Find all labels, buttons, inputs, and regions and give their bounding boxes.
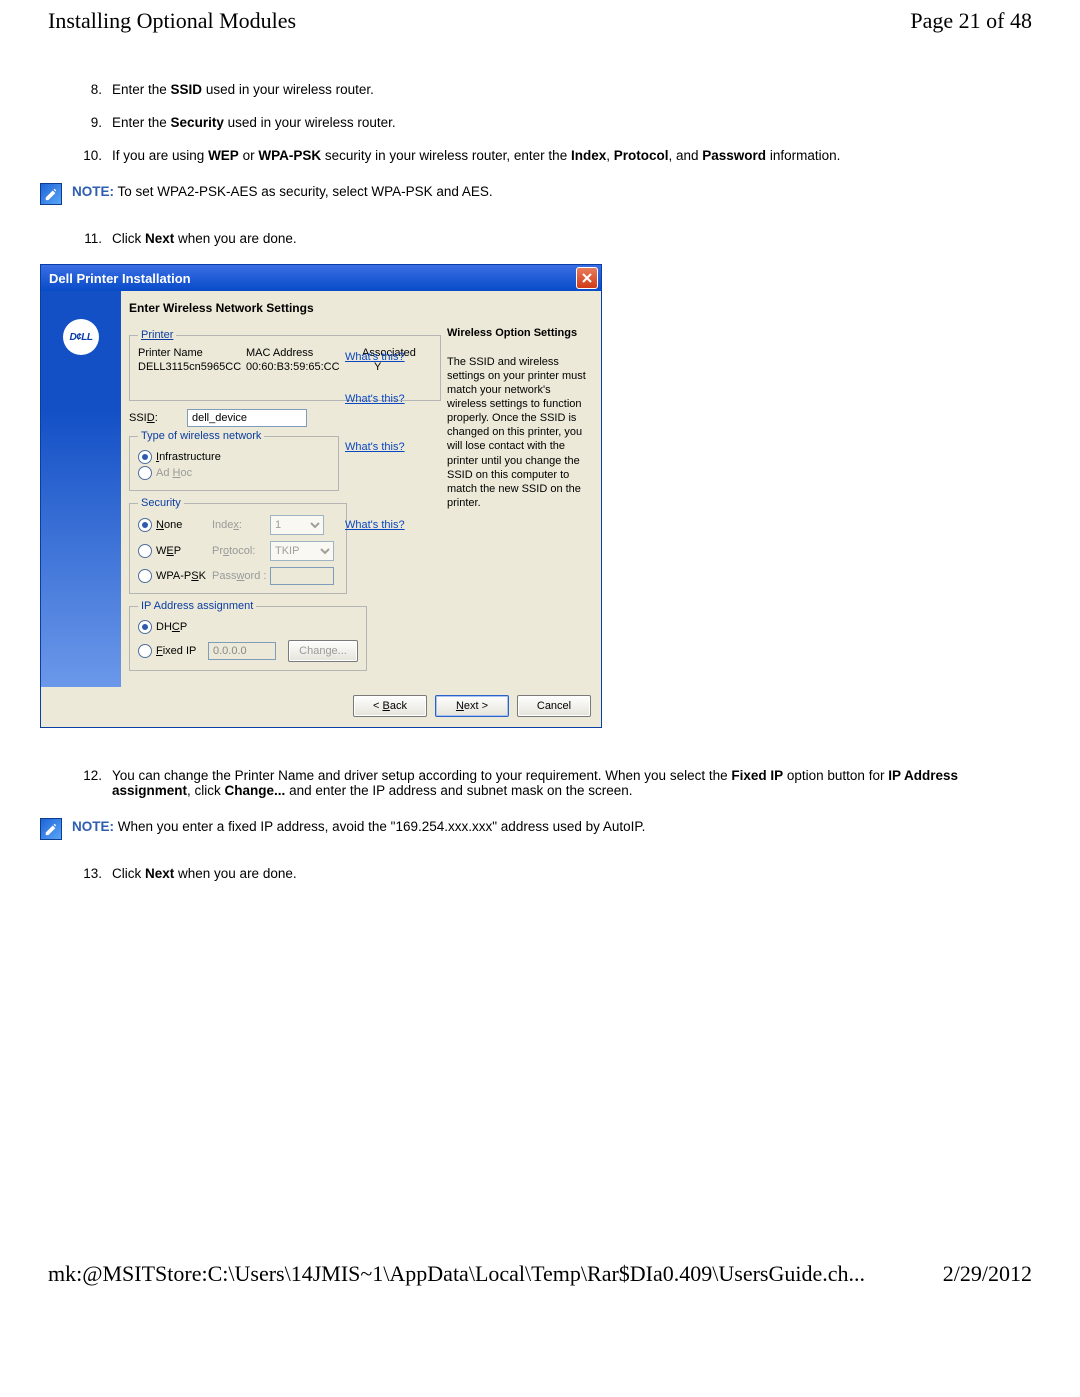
next-button[interactable]: Next > [435,695,509,717]
radio-none[interactable]: None [138,518,212,532]
password-input [270,567,334,585]
col-printer-name: Printer Name [138,347,238,359]
dell-logo: D¢LL [63,319,99,355]
network-type-fieldset: Type of wireless network Infrastructure … [129,430,339,491]
radio-empty-icon [138,544,152,558]
step-number: 13. [80,866,102,881]
help-title: Wireless Option Settings [447,327,591,339]
radio-fixed-ip[interactable]: Fixed IP [138,644,208,658]
fixed-ip-input [208,642,276,660]
note-icon [40,183,62,205]
note-icon [40,818,62,840]
ip-fieldset: IP Address assignment DHCP [129,600,367,671]
password-label: Password : [212,570,270,582]
cancel-button[interactable]: Cancel [517,695,591,717]
step-number: 10. [80,148,102,163]
whats-this-link[interactable]: What's this? [345,519,419,531]
val-mac-address: 00:60:B3:59:65:CC [246,361,354,373]
back-button[interactable]: < Back [353,695,427,717]
network-type-legend: Type of wireless network [138,430,264,442]
radio-dot-icon [138,518,152,532]
radio-adhoc: Ad Hoc [138,466,330,480]
col-mac-address: MAC Address [246,347,354,359]
ip-legend: IP Address assignment [138,600,256,612]
protocol-label: Protocol: [212,545,270,557]
radio-dhcp[interactable]: DHCP [138,620,208,634]
step-number: 8. [80,82,102,97]
step-text: Enter the Security used in your wireless… [112,115,396,130]
radio-wep[interactable]: WEP [138,544,212,558]
step-number: 12. [80,768,102,798]
page-title: Installing Optional Modules [48,8,296,34]
security-fieldset: Security None Index: 1 [129,497,347,594]
radio-infrastructure[interactable]: Infrastructure [138,450,330,464]
radio-empty-icon [138,569,152,583]
footer-date: 2/29/2012 [943,1261,1032,1287]
radio-wpa-psk[interactable]: WPA-PSK [138,569,212,583]
page-number: Page 21 of 48 [910,8,1032,34]
step-number: 9. [80,115,102,130]
whats-this-link[interactable]: What's this? [345,393,419,405]
dialog-left-rail: D¢LL [41,291,121,687]
step-text: Click Next when you are done. [112,866,297,881]
step-number: 11. [80,231,102,246]
protocol-select: TKIP [270,541,334,561]
note-text: NOTE: To set WPA2-PSK-AES as security, s… [72,183,493,199]
note-text: NOTE: When you enter a fixed IP address,… [72,818,645,834]
security-legend: Security [138,497,184,509]
help-panel: Wireless Option Settings The SSID and wi… [441,291,601,687]
ssid-label: SSID: [129,412,181,424]
val-printer-name: DELL3115cn5965CC [138,361,238,373]
installer-dialog: Dell Printer Installation D¢LL Enter Wir… [40,264,602,728]
printer-legend: Printer [138,329,176,341]
index-select: 1 [270,515,324,535]
dialog-heading: Enter Wireless Network Settings [129,301,433,315]
whats-this-link[interactable]: What's this? [345,351,419,363]
close-button[interactable] [576,267,598,289]
index-label: Index: [212,519,270,531]
ssid-input[interactable] [187,409,307,427]
whats-this-link[interactable]: What's this? [345,441,419,453]
step-text: Enter the SSID used in your wireless rou… [112,82,374,97]
step-text: Click Next when you are done. [112,231,297,246]
help-body: The SSID and wireless settings on your p… [447,355,591,510]
step-text: If you are using WEP or WPA-PSK security… [112,148,840,163]
radio-empty-icon [138,644,152,658]
dialog-titlebar[interactable]: Dell Printer Installation [41,265,601,291]
radio-empty-icon [138,466,152,480]
dialog-title: Dell Printer Installation [49,271,191,286]
step-text: You can change the Printer Name and driv… [112,768,992,798]
radio-dot-icon [138,620,152,634]
radio-dot-icon [138,450,152,464]
footer-path: mk:@MSITStore:C:\Users\14JMIS~1\AppData\… [48,1261,865,1287]
